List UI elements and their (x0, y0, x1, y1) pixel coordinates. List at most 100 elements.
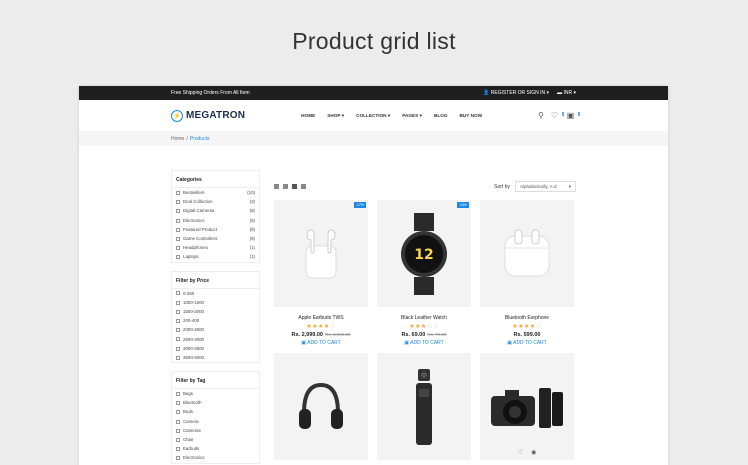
product-name[interactable]: Apple Earbuds TWS (274, 315, 368, 321)
product-card[interactable]: Bluetooth Earphone ★★★★☆ Rs. 599.00 ▣ AD… (480, 200, 574, 346)
sale-badge: -13% (456, 202, 469, 208)
product-image[interactable]: -17% (274, 200, 368, 307)
grid-3-icon[interactable] (292, 184, 297, 189)
cart-icon: ▣ (507, 340, 512, 346)
filter-option[interactable]: Headphones (1) (172, 243, 259, 252)
product-card[interactable] (377, 353, 471, 460)
product-image[interactable]: ♡ ◉ (480, 353, 574, 460)
grid-4-icon[interactable] (301, 184, 306, 189)
filter-option-label: 1000-1500 (183, 299, 204, 305)
filter-option[interactable]: Cameras (172, 426, 259, 435)
filter-option[interactable]: 1000-1500 (172, 298, 259, 307)
add-to-cart-button[interactable]: ▣ ADD TO CART (377, 340, 471, 346)
checkbox[interactable] (176, 236, 180, 241)
chevron-down-icon: ▾ (568, 183, 571, 189)
product-card[interactable]: -13% 12 Black Leather Watch ★★★☆☆ Rs. 69… (377, 200, 471, 346)
filter-option-label: 3500-4000 (183, 354, 204, 360)
filter-option[interactable]: 2500-3000 (172, 334, 259, 343)
grid-2-icon[interactable] (283, 184, 288, 189)
checkbox[interactable] (176, 227, 180, 232)
product-name[interactable]: Black Leather Watch (377, 315, 471, 321)
product-card[interactable]: -17% Apple Earbuds TWS ★★★★☆ Rs. 2,999.0… (274, 200, 368, 346)
product-image[interactable]: -13% 12 (377, 200, 471, 307)
add-to-cart-button[interactable]: ▣ ADD TO CART (480, 340, 574, 346)
filter-price: Filter by Price 0-250 1000-1500 1500-2000 2… (171, 270, 260, 363)
checkbox[interactable] (176, 437, 180, 442)
checkbox[interactable] (176, 309, 180, 314)
checkbox[interactable] (176, 355, 180, 360)
filter-categories: Categories Bestsellers (10) Deal Collectio… (171, 170, 260, 263)
filter-option[interactable]: 2000-2500 (172, 325, 259, 334)
checkbox[interactable] (176, 328, 180, 333)
add-to-cart-button[interactable]: ▣ ADD TO CART (274, 340, 368, 346)
list-view-icon[interactable] (274, 184, 279, 189)
filter-option[interactable]: Buds (172, 407, 259, 416)
filter-option[interactable]: Electronics (172, 453, 259, 462)
checkbox[interactable] (176, 401, 180, 406)
filter-option[interactable]: Deal Collection (3) (172, 197, 259, 206)
checkbox[interactable] (176, 391, 180, 396)
filter-option[interactable]: 1500-2000 (172, 307, 259, 316)
product-image[interactable] (274, 353, 368, 460)
wishlist-icon[interactable]: ♡ (518, 449, 523, 456)
watch-time: 12 (414, 247, 433, 263)
checkbox[interactable] (176, 456, 180, 461)
sort-select[interactable]: Alphabetically, A-Z ▾ (515, 181, 576, 192)
filter-option[interactable]: Game Controllers (9) (172, 234, 259, 243)
filter-option-label: 2000-2500 (183, 327, 204, 333)
filter-option[interactable]: Bestsellers (10) (172, 188, 259, 197)
sale-badge: -17% (353, 202, 366, 208)
checkbox[interactable] (176, 246, 180, 251)
checkbox[interactable] (176, 300, 180, 305)
product-image[interactable] (377, 353, 471, 460)
product-card[interactable]: ♡ ◉ (480, 353, 574, 460)
checkbox[interactable] (176, 200, 180, 205)
filter-option[interactable]: 200-400 (172, 316, 259, 325)
product-price: Rs. 2,999.00 Rs. 3,599.00 (291, 332, 351, 338)
checkbox[interactable] (176, 190, 180, 195)
checkbox[interactable] (176, 419, 180, 424)
filter-option[interactable]: 3000-3500 (172, 344, 259, 353)
checkbox[interactable] (176, 218, 180, 223)
filter-option[interactable]: 3500-4000 (172, 353, 259, 362)
checkbox[interactable] (176, 447, 180, 452)
filter-option[interactable]: Earbuds (172, 444, 259, 453)
filter-option[interactable]: Bags (172, 389, 259, 398)
checkbox[interactable] (176, 337, 180, 342)
page-heading: Product grid list (292, 28, 456, 54)
checkbox[interactable] (176, 291, 180, 296)
filter-option[interactable]: Laptops (1) (172, 252, 259, 261)
filter-option-count: (9) (249, 236, 255, 242)
checkbox[interactable] (176, 428, 180, 433)
filter-option[interactable]: Camera (172, 417, 259, 426)
filter-option[interactable]: Featured Product (9) (172, 225, 259, 234)
filter-title: Filter by Price (172, 272, 259, 289)
eye-icon[interactable]: ◉ (531, 449, 536, 456)
checkbox[interactable] (176, 209, 180, 214)
content-area: Categories Bestsellers (10) Deal Collectio… (79, 86, 668, 465)
checkbox[interactable] (176, 255, 180, 260)
filter-option[interactable]: Chair (172, 435, 259, 444)
filter-option-label: 0-250 (183, 290, 195, 296)
product-name[interactable]: Bluetooth Earphone (480, 315, 574, 321)
filter-option-label: Camera (183, 418, 199, 424)
filter-option[interactable]: Electronics (8) (172, 216, 259, 225)
filter-title: Categories (172, 171, 259, 188)
filter-option-count: (8) (249, 217, 255, 223)
checkbox[interactable] (176, 410, 180, 415)
product-image[interactable] (480, 200, 574, 307)
filter-option-label: 1500-2000 (183, 308, 204, 314)
checkbox[interactable] (176, 319, 180, 323)
sidebar-filters: Categories Bestsellers (10) Deal Collectio… (171, 170, 260, 465)
product-card[interactable] (274, 353, 368, 460)
product-price: Rs. 69.00 Rs. 79.00 (401, 332, 447, 338)
filter-option-label: Deal Collection (183, 199, 213, 205)
filter-option-count: (1) (249, 254, 255, 260)
filter-option-label: 200-400 (183, 318, 200, 324)
filter-option-label: Headphones (183, 245, 208, 251)
filter-option[interactable]: 0-250 (172, 289, 259, 298)
filter-option[interactable]: Bluetooth (172, 398, 259, 407)
filter-option[interactable]: Digital Cameras (8) (172, 206, 259, 215)
checkbox[interactable] (176, 346, 180, 351)
earbuds-image (305, 229, 337, 279)
